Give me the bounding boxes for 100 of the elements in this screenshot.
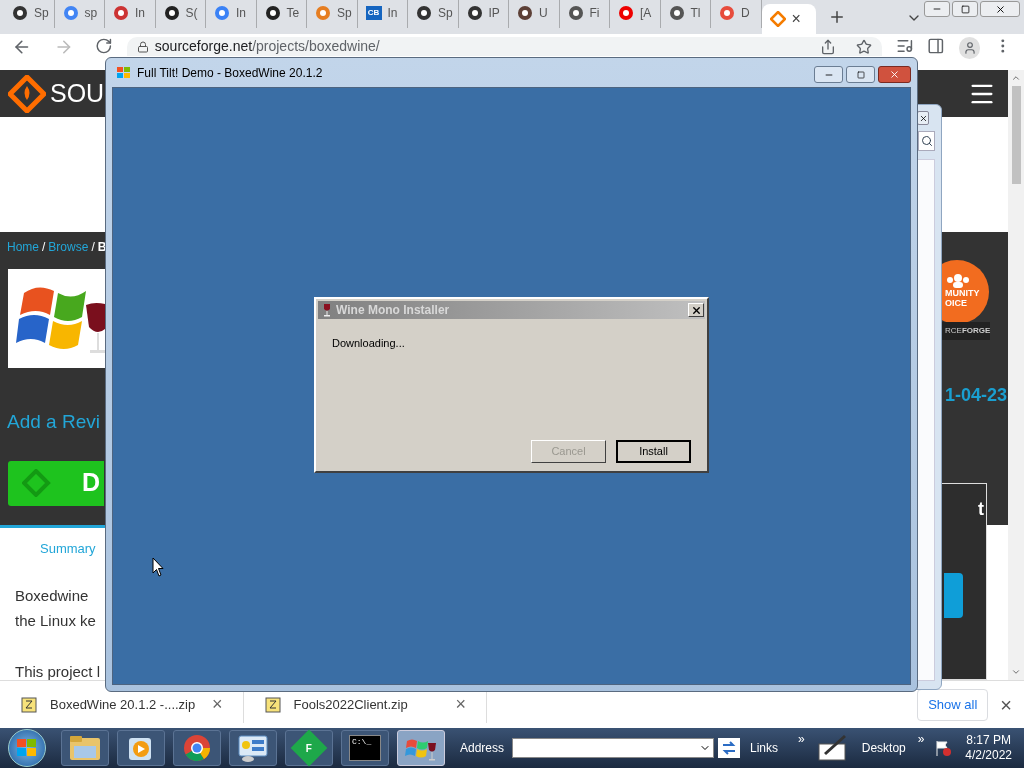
terminal-logo: C:\_ (349, 735, 381, 761)
clock[interactable]: 8:17 PM 4/2/2022 (965, 733, 1012, 763)
browser-tab[interactable]: In (105, 0, 156, 28)
browser-tab[interactable]: CB In (357, 0, 408, 28)
browser-tab[interactable]: S( (155, 0, 206, 28)
side-panel-icon[interactable] (927, 37, 945, 55)
browser-tab[interactable]: Sp (307, 0, 358, 28)
people-icon (945, 274, 971, 288)
browser-tab[interactable]: sp (54, 0, 105, 28)
site-icon (113, 5, 129, 21)
tab-title: U (539, 5, 548, 22)
breadcrumb-link[interactable]: Browse (48, 238, 89, 256)
close-icon (690, 304, 702, 316)
taskbar-button[interactable] (61, 730, 109, 766)
control-panel-icon (236, 733, 270, 763)
address-field[interactable]: sourceforge.net/projects/boxedwine/ (126, 37, 882, 56)
maximize-icon (856, 70, 865, 79)
flag-icon[interactable] (934, 739, 953, 757)
pen-icon[interactable] (816, 734, 849, 762)
links-toolbar[interactable]: Links (750, 739, 779, 757)
review-link[interactable]: Add a Revi (7, 408, 100, 437)
profile-icon[interactable] (958, 37, 981, 59)
wine-glass-icon (322, 303, 332, 317)
tab-title: sp (84, 5, 98, 22)
browser-tab[interactable]: Fi (559, 0, 610, 28)
site-icon (416, 5, 432, 21)
scroll-thumb[interactable] (1011, 86, 1021, 184)
browser-tab[interactable]: × (761, 4, 816, 34)
tab-close[interactable]: × (791, 11, 801, 27)
folder-icon (68, 734, 102, 762)
restore-button[interactable] (952, 1, 978, 17)
tab-title: Te (286, 5, 300, 22)
tab-title: In (387, 5, 398, 22)
remove-download[interactable]: × (455, 691, 467, 718)
tab-title: Sp (337, 5, 352, 22)
panel-heading: t (978, 498, 985, 521)
site-icon (62, 5, 79, 21)
browser-tab[interactable]: Sp (408, 0, 459, 28)
window-flag-icon (116, 65, 132, 80)
desktop-more[interactable]: » (917, 730, 925, 748)
address-input[interactable] (512, 738, 715, 758)
download-item[interactable]: Fools2022Client.zip (293, 694, 444, 715)
dialog-close-button[interactable] (688, 303, 704, 317)
tab-title: S( (185, 5, 198, 22)
search-icon (921, 135, 933, 147)
browser-tab[interactable]: Tl (660, 0, 711, 28)
paragraph-line: This project l (15, 662, 102, 680)
window-title: Full Tilt! Demo - BoxedWine 20.1.2 (137, 64, 323, 82)
close-download-bar[interactable]: × (1000, 689, 1012, 720)
share-icon[interactable] (819, 38, 836, 55)
browser-tab[interactable]: U (509, 0, 560, 28)
site-icon (719, 5, 735, 21)
go-icon[interactable] (718, 738, 741, 758)
browser-tab[interactable]: IP (458, 0, 509, 28)
close-icon (994, 3, 1006, 15)
site-icon (163, 5, 180, 21)
tab-title: Sp (438, 5, 453, 22)
taskbar-button[interactable] (117, 730, 165, 766)
browser-icon (182, 733, 212, 763)
close-icon (918, 113, 928, 123)
paragraph-line: Boxedwine (15, 586, 90, 606)
windows-flag-icon (16, 738, 38, 758)
paragraph-line: the Linux ke (15, 611, 97, 631)
bookmark-icon[interactable] (855, 38, 872, 55)
close-button[interactable] (878, 66, 911, 83)
desktop-toolbar[interactable]: Desktop (861, 739, 906, 757)
scrollbar[interactable] (1008, 70, 1024, 680)
minimize-button[interactable] (814, 66, 843, 83)
reading-list-icon[interactable] (895, 37, 914, 55)
taskbar-button[interactable] (173, 730, 221, 766)
remove-download[interactable]: × (212, 691, 223, 718)
tab-title: In (135, 5, 145, 22)
tab-title: Fi (589, 5, 600, 22)
breadcrumb-current: B (97, 239, 105, 256)
zip-file-icon (263, 695, 282, 714)
taskbar-button[interactable] (229, 730, 277, 766)
browser-tab[interactable]: D (711, 0, 762, 28)
search-field[interactable] (918, 131, 935, 151)
site-icon (517, 5, 533, 21)
browser-tab[interactable]: Sp (4, 0, 55, 28)
breadcrumb-link[interactable]: Home (7, 238, 39, 256)
links-more[interactable]: » (798, 730, 805, 748)
diamond-icon (22, 469, 52, 497)
taskbar-button[interactable]: C:\_ (341, 730, 389, 766)
scroll-up-icon[interactable] (1011, 73, 1021, 83)
zip-file-icon (20, 695, 38, 714)
site-icon (315, 5, 331, 21)
browser-tab[interactable]: In (206, 0, 257, 28)
start-button[interactable] (8, 729, 46, 767)
site-icon (214, 5, 230, 21)
diamond-icon (769, 11, 786, 27)
browser-tab[interactable]: [A (610, 0, 661, 28)
browser-tab[interactable]: Te (256, 0, 307, 28)
download-item[interactable]: BoxedWine 20.1.2 -....zip (50, 694, 200, 715)
reload-icon[interactable] (95, 37, 113, 55)
tab-title: [A (640, 5, 652, 22)
dialog-button[interactable]: Install (616, 440, 691, 463)
maximize-button[interactable] (846, 66, 875, 83)
scroll-down-icon[interactable] (1011, 667, 1021, 677)
release-date: 1-04-23 (944, 384, 1008, 407)
